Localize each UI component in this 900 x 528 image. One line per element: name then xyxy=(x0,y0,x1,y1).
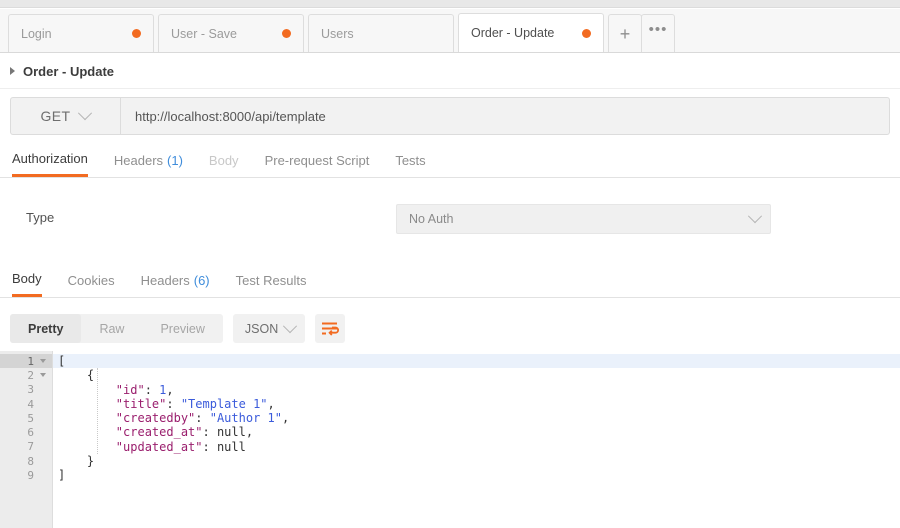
auth-type-select[interactable]: No Auth xyxy=(396,204,771,234)
tab-label: Test Results xyxy=(235,272,307,288)
tab-cookies[interactable]: Cookies xyxy=(68,265,115,297)
word-wrap-icon xyxy=(321,322,339,336)
tab-headers[interactable]: Headers (1) xyxy=(114,145,183,177)
code-line: "created_at": null, xyxy=(115,425,254,440)
editor-line-number-gutter: 123456789 xyxy=(0,351,53,528)
line-number-label: 1 xyxy=(27,354,34,368)
tab-label: Authorization xyxy=(12,151,88,166)
chevron-down-icon xyxy=(78,106,93,121)
tab-label: Body xyxy=(208,152,239,168)
ellipsis-icon: ••• xyxy=(648,21,668,38)
tab-label: Headers xyxy=(113,152,164,168)
tab-label: Body xyxy=(12,271,42,286)
line-number: 2 xyxy=(0,368,52,382)
request-tab-label: Users xyxy=(321,26,354,41)
http-method-label: GET xyxy=(40,108,71,124)
view-mode-pretty[interactable]: Pretty xyxy=(10,314,82,343)
chevron-down-icon xyxy=(282,318,297,333)
request-tab-label: User - Save xyxy=(171,26,237,41)
postman-window: Login User - Save Users Order - Update + ••… xyxy=(0,0,900,528)
request-tab[interactable]: Users xyxy=(308,14,454,52)
tab-label: Cookies xyxy=(67,272,115,288)
request-tab-label: Order - Update xyxy=(471,26,555,40)
code-line: "createdby": "Author 1", xyxy=(115,411,290,426)
request-name-row[interactable]: Order - Update xyxy=(0,54,900,89)
line-number: 8 xyxy=(0,454,52,468)
line-number-label: 9 xyxy=(27,469,34,483)
line-number-label: 8 xyxy=(27,454,34,468)
request-tab-label: Login xyxy=(21,26,52,41)
tab-authorization[interactable]: Authorization xyxy=(12,145,88,177)
fold-triangle-icon[interactable] xyxy=(37,373,48,378)
request-tab[interactable]: Login xyxy=(8,14,154,52)
tab-body[interactable]: Body xyxy=(12,265,42,297)
tab-headers[interactable]: Headers (6) xyxy=(141,265,210,297)
line-number-label: 5 xyxy=(27,411,34,425)
http-method-selector[interactable]: GET xyxy=(11,98,121,134)
line-number-label: 6 xyxy=(27,426,34,440)
indent-guide xyxy=(97,368,98,454)
line-number-label: 3 xyxy=(27,383,34,397)
line-number: 5 xyxy=(0,411,52,425)
url-text: http://localhost:8000/api/template xyxy=(135,108,326,124)
code-line: } xyxy=(86,454,95,469)
tab-pre-request-script[interactable]: Pre-request Script xyxy=(265,145,370,177)
code-line: { xyxy=(86,368,95,383)
tab-body: Body xyxy=(209,145,239,177)
editor-code-area[interactable]: [ { "id": 1, "title": "Template 1", "cre… xyxy=(53,351,900,528)
request-tab[interactable]: Order - Update xyxy=(458,13,604,52)
tab-label: Headers xyxy=(140,272,190,288)
window-top-strip xyxy=(0,0,900,8)
tab-test-results[interactable]: Test Results xyxy=(236,265,307,297)
line-number: 7 xyxy=(0,440,52,454)
unsaved-changes-dot-icon[interactable] xyxy=(282,29,291,38)
request-tab[interactable]: User - Save xyxy=(158,14,304,52)
line-number: 1 xyxy=(0,354,52,369)
url-bar: GET http://localhost:8000/api/template xyxy=(10,97,890,135)
code-line: "title": "Template 1", xyxy=(115,396,275,411)
tab-label: Tests xyxy=(395,152,426,168)
collapse-triangle-icon[interactable] xyxy=(10,67,15,75)
response-body-toolbar: Pretty Raw Preview JSON xyxy=(0,306,900,351)
line-number: 3 xyxy=(0,383,52,397)
response-body-editor[interactable]: 123456789 [ { "id": 1, "title": "Templat… xyxy=(0,351,900,528)
line-number-label: 2 xyxy=(27,368,34,382)
tab-label: Pre-request Script xyxy=(264,152,370,168)
line-number: 4 xyxy=(0,397,52,411)
auth-type-label: Type xyxy=(26,210,55,225)
more-tabs-button[interactable]: ••• xyxy=(641,14,675,52)
request-tab-bar: Login User - Save Users Order - Update + ••… xyxy=(0,9,900,53)
tab-count-badge: (6) xyxy=(193,272,210,288)
code-line: "id": 1, xyxy=(115,382,174,397)
unsaved-changes-dot-icon[interactable] xyxy=(582,28,591,38)
response-format-value: JSON xyxy=(244,321,279,336)
word-wrap-button[interactable] xyxy=(314,314,345,343)
response-view-mode-group: Pretty Raw Preview xyxy=(10,314,223,343)
fold-triangle-icon[interactable] xyxy=(37,359,48,364)
tab-count-badge: (1) xyxy=(167,152,183,168)
view-mode-raw[interactable]: Raw xyxy=(81,314,142,343)
code-line: ] xyxy=(58,468,66,483)
new-tab-button[interactable]: + xyxy=(608,14,642,52)
response-format-select[interactable]: JSON xyxy=(232,314,305,343)
request-name-label: Order - Update xyxy=(23,63,115,79)
tab-tests[interactable]: Tests xyxy=(395,145,425,177)
url-input[interactable]: http://localhost:8000/api/template xyxy=(121,98,889,134)
chevron-down-icon xyxy=(747,209,763,224)
unsaved-changes-dot-icon[interactable] xyxy=(132,29,141,38)
code-line: [ xyxy=(53,354,900,369)
auth-type-value: No Auth xyxy=(409,212,454,226)
code-line: "updated_at": null xyxy=(115,439,246,454)
request-section-tabs: Authorization Headers (1) Body Pre-request S… xyxy=(0,145,900,178)
response-section-tabs: Body Cookies Headers (6) Test Results xyxy=(0,265,900,298)
line-number: 9 xyxy=(0,468,52,482)
line-number-label: 4 xyxy=(27,397,34,411)
line-number: 6 xyxy=(0,425,52,439)
view-mode-preview[interactable]: Preview xyxy=(142,314,222,343)
plus-icon: + xyxy=(619,23,631,44)
line-number-label: 7 xyxy=(27,440,34,454)
